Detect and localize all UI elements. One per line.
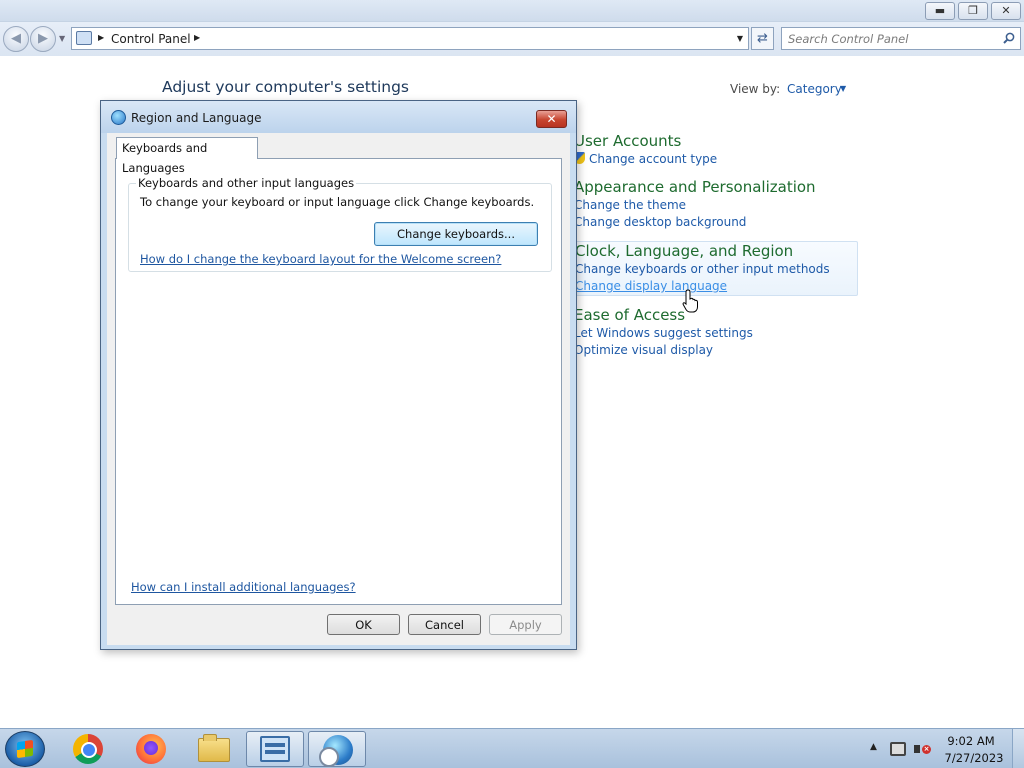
category-clock-language-region: Clock, Language, and Region Change keybo… <box>572 241 858 296</box>
forward-button[interactable]: ▶ <box>30 26 56 52</box>
clock-date[interactable]: 7/27/2023 <box>944 751 1004 765</box>
show-hidden-icons-icon[interactable]: ▲ <box>870 742 877 752</box>
windows-logo-icon <box>17 739 33 759</box>
chrome-icon <box>73 734 103 764</box>
category-title-ease-of-access[interactable]: Ease of Access <box>574 306 864 325</box>
taskbar: ▲ × 9:02 AM 7/27/2023 <box>0 728 1024 768</box>
view-by-dropdown[interactable]: Category <box>787 82 842 96</box>
region-language-icon <box>319 735 353 767</box>
page-title: Adjust your computer's settings <box>162 78 409 96</box>
chevron-down-icon[interactable]: ▼ <box>840 84 846 93</box>
breadcrumb-control-panel[interactable]: Control Panel <box>111 32 191 46</box>
control-panel-icon <box>76 31 92 45</box>
install-languages-link[interactable]: How can I install additional languages? <box>131 580 356 594</box>
address-dropdown-icon[interactable]: ▼ <box>737 34 743 43</box>
link-optimize-visual-display[interactable]: Optimize visual display <box>574 342 864 359</box>
category-user-accounts: User Accounts Change account type <box>574 132 864 168</box>
link-change-display-language[interactable]: Change display language <box>575 278 857 295</box>
link-change-keyboards[interactable]: Change keyboards or other input methods <box>575 261 857 278</box>
link-change-account-type[interactable]: Change account type <box>574 151 864 168</box>
view-by-label: View by: <box>730 82 781 96</box>
taskbar-region-language[interactable] <box>308 731 366 767</box>
region-and-language-dialog: Region and Language ✕ Keyboards and Lang… <box>100 100 577 650</box>
taskbar-control-panel[interactable] <box>246 731 304 767</box>
link-change-desktop-background[interactable]: Change desktop background <box>574 214 864 231</box>
search-icon[interactable] <box>1003 32 1015 44</box>
close-button[interactable]: ✕ <box>991 2 1021 20</box>
category-appearance: Appearance and Personalization Change th… <box>574 178 864 231</box>
navigation-bar: ◀ ▶ ▼ ▶ Control Panel ▶ ▼ ⇄ <box>0 22 1024 56</box>
taskbar-chrome[interactable] <box>60 731 118 767</box>
groupbox-title: Keyboards and other input languages <box>136 176 357 190</box>
control-panel-icon <box>260 736 290 762</box>
back-button[interactable]: ◀ <box>3 26 29 52</box>
groupbox-description: To change your keyboard or input languag… <box>140 195 535 209</box>
search-box[interactable] <box>781 27 1021 50</box>
network-icon[interactable] <box>890 742 906 756</box>
category-title-user-accounts[interactable]: User Accounts <box>574 132 864 151</box>
category-title-clock-language-region[interactable]: Clock, Language, and Region <box>575 242 857 261</box>
system-tray: ▲ × 9:02 AM 7/27/2023 <box>866 729 1024 768</box>
dialog-close-button[interactable]: ✕ <box>536 110 567 128</box>
taskbar-firefox[interactable] <box>122 731 180 767</box>
breadcrumb-arrow-icon[interactable]: ▶ <box>98 33 104 42</box>
ok-button[interactable]: OK <box>327 614 400 635</box>
dialog-titlebar[interactable]: Region and Language ✕ <box>101 101 576 133</box>
link-let-windows-suggest[interactable]: Let Windows suggest settings <box>574 325 864 342</box>
refresh-icon[interactable]: ⇄ <box>751 27 774 50</box>
tab-panel: Keyboards and other input languages To c… <box>115 158 562 605</box>
cancel-button[interactable]: Cancel <box>408 614 481 635</box>
category-list: User Accounts Change account type Appear… <box>572 132 864 369</box>
link-change-theme[interactable]: Change the theme <box>574 197 864 214</box>
hand-cursor-icon <box>682 289 698 313</box>
show-desktop-button[interactable] <box>1012 729 1024 768</box>
change-keyboards-button[interactable]: Change keyboards... <box>374 222 538 246</box>
recent-pages-dropdown-icon[interactable]: ▼ <box>59 34 65 43</box>
restore-button[interactable]: ❐ <box>958 2 988 20</box>
folder-icon <box>198 734 230 762</box>
start-button[interactable] <box>5 731 45 767</box>
dialog-title: Region and Language <box>131 111 262 125</box>
tab-keyboards-and-languages[interactable]: Keyboards and Languages <box>116 137 258 175</box>
window-titlebar: ▬ ❐ ✕ <box>0 0 1024 22</box>
link-label: Change account type <box>589 152 718 166</box>
dialog-body: Keyboards and Languages Keyboards and ot… <box>107 133 570 645</box>
category-ease-of-access: Ease of Access Let Windows suggest setti… <box>574 306 864 359</box>
welcome-screen-keyboard-link[interactable]: How do I change the keyboard layout for … <box>140 252 501 266</box>
breadcrumb-arrow-icon[interactable]: ▶ <box>194 33 200 42</box>
apply-button[interactable]: Apply <box>489 614 562 635</box>
clock-time[interactable]: 9:02 AM <box>946 734 996 748</box>
taskbar-file-explorer[interactable] <box>184 731 242 767</box>
firefox-icon <box>136 734 166 764</box>
category-title-appearance[interactable]: Appearance and Personalization <box>574 178 864 197</box>
volume-muted-icon[interactable]: × <box>914 742 931 756</box>
globe-icon <box>111 110 126 125</box>
search-input[interactable] <box>788 31 993 47</box>
minimize-button[interactable]: ▬ <box>925 2 955 20</box>
address-bar[interactable]: ▶ Control Panel ▶ ▼ <box>71 27 749 50</box>
